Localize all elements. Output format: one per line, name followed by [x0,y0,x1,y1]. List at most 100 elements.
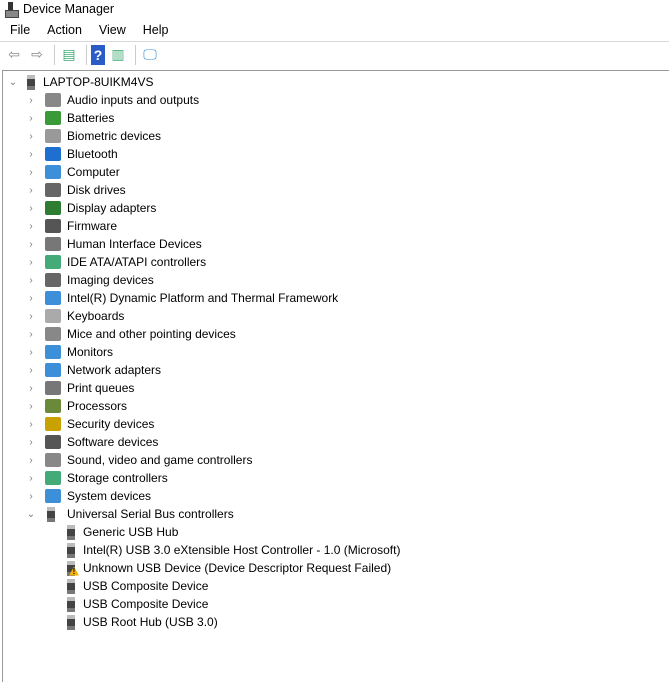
chevron-right-icon[interactable]: › [25,383,37,394]
tree-category[interactable]: › Network adapters [25,361,161,379]
tree-root[interactable]: ⌄ LAPTOP-8UIKM4VS [7,73,153,91]
properties-icon: ▤ [62,46,76,62]
chevron-right-icon[interactable]: › [25,221,37,232]
forward-arrow-button[interactable]: ⇨ [27,45,47,65]
tree-device[interactable]: USB Composite Device [63,595,208,613]
back-arrow-button[interactable]: ⇦ [4,45,24,65]
tree-category[interactable]: › Display adapters [25,199,156,217]
chevron-right-icon[interactable]: › [25,455,37,466]
tree-category[interactable]: › IDE ATA/ATAPI controllers [25,253,206,271]
device-label: USB Root Hub (USB 3.0) [83,615,218,629]
device-label: USB Composite Device [83,597,209,611]
chevron-right-icon[interactable]: › [25,131,37,142]
chevron-right-icon[interactable]: › [25,95,37,106]
category-icon [45,129,61,143]
title-bar: Device Manager [0,0,669,18]
tree-category[interactable]: › Imaging devices [25,271,154,289]
category-label: System devices [67,489,152,503]
category-label: Software devices [67,435,159,449]
chevron-right-icon[interactable]: › [25,275,37,286]
menu-view[interactable]: View [89,23,133,37]
category-icon [45,219,61,233]
category-label: Sound, video and game controllers [67,453,253,467]
tree-category[interactable]: › Print queues [25,379,134,397]
tree-category[interactable]: › Sound, video and game controllers [25,451,252,469]
computer-root-icon [27,74,35,90]
chevron-down-icon[interactable]: ⌄ [25,509,37,520]
chevron-right-icon[interactable]: › [25,401,37,412]
tree-category[interactable]: › Bluetooth [25,145,118,163]
run-button[interactable]: ▥ [108,45,128,65]
chevron-right-icon[interactable]: › [25,329,37,340]
tree-category[interactable]: › Biometric devices [25,127,161,145]
chevron-right-icon[interactable]: › [25,347,37,358]
category-icon [45,453,61,467]
toolbar-separator [86,44,87,65]
toolbar-separator [54,44,55,65]
category-icon [45,471,61,485]
tree-category[interactable]: › Security devices [25,415,154,433]
chevron-right-icon[interactable]: › [25,185,37,196]
chevron-right-icon[interactable]: › [25,311,37,322]
tree-category[interactable]: › Storage controllers [25,469,168,487]
category-icon [45,255,61,269]
chevron-right-icon[interactable]: › [25,473,37,484]
category-icon [45,93,61,107]
tree-category[interactable]: › Audio inputs and outputs [25,91,199,109]
tree-category[interactable]: › Keyboards [25,307,124,325]
tree-category[interactable]: › Human Interface Devices [25,235,202,253]
tree-category[interactable]: › Firmware [25,217,117,235]
tree-category[interactable]: › Intel(R) Dynamic Platform and Thermal F… [25,289,338,307]
tree-category[interactable]: › Monitors [25,343,113,361]
usb-warning-icon [67,560,75,576]
category-label: Biometric devices [67,129,162,143]
tree-device[interactable]: Unknown USB Device (Device Descriptor Re… [63,559,391,577]
menu-file[interactable]: File [0,23,37,37]
category-label: Audio inputs and outputs [67,93,200,107]
tree-category[interactable]: › Disk drives [25,181,126,199]
menu-help[interactable]: Help [133,23,176,37]
chevron-right-icon[interactable]: › [25,437,37,448]
category-icon [45,435,61,449]
category-icon [45,489,61,503]
tree-device[interactable]: Intel(R) USB 3.0 eXtensible Host Control… [63,541,400,559]
category-icon [45,237,61,251]
chevron-right-icon[interactable]: › [25,149,37,160]
tree-device[interactable]: USB Root Hub (USB 3.0) [63,613,218,631]
tree-device[interactable]: USB Composite Device [63,577,208,595]
toolbar-separator [135,44,136,65]
chevron-right-icon[interactable]: › [25,365,37,376]
chevron-right-icon[interactable]: › [25,239,37,250]
tree-category[interactable]: › Batteries [25,109,114,127]
chevron-right-icon[interactable]: › [25,491,37,502]
category-label: Print queues [67,381,135,395]
device-tree: ⌄ LAPTOP-8UIKM4VS › Audio inputs and output… [2,70,669,682]
tree-category[interactable]: › Mice and other pointing devices [25,325,236,343]
category-label: Mice and other pointing devices [67,327,236,341]
category-icon [45,273,61,287]
chevron-right-icon[interactable]: › [25,293,37,304]
forward-arrow-icon: ⇨ [31,46,43,62]
chevron-right-icon[interactable]: › [25,257,37,268]
scan-hardware-icon: 🖵 [143,46,157,62]
menu-action[interactable]: Action [37,23,89,37]
scan-hardware-button[interactable]: 🖵 [140,45,160,65]
tree-category[interactable]: › Processors [25,397,127,415]
tree-category[interactable]: › System devices [25,487,151,505]
usb-icon [67,578,75,594]
category-label: Bluetooth [67,147,118,161]
tree-category[interactable]: › Computer [25,163,120,181]
chevron-right-icon[interactable]: › [25,203,37,214]
chevron-right-icon[interactable]: › [25,419,37,430]
category-label: Disk drives [67,183,126,197]
tree-category[interactable]: › Software devices [25,433,158,451]
tree-device[interactable]: Generic USB Hub [63,523,178,541]
device-manager-icon [5,2,19,18]
chevron-right-icon[interactable]: › [25,167,37,178]
tree-category-expanded[interactable]: ⌄ Universal Serial Bus controllers [25,505,234,523]
category-icon [45,399,61,413]
chevron-right-icon[interactable]: › [25,113,37,124]
help-button[interactable]: ? [91,44,105,65]
chevron-down-icon[interactable]: ⌄ [7,77,19,88]
properties-button[interactable]: ▤ [59,45,79,65]
